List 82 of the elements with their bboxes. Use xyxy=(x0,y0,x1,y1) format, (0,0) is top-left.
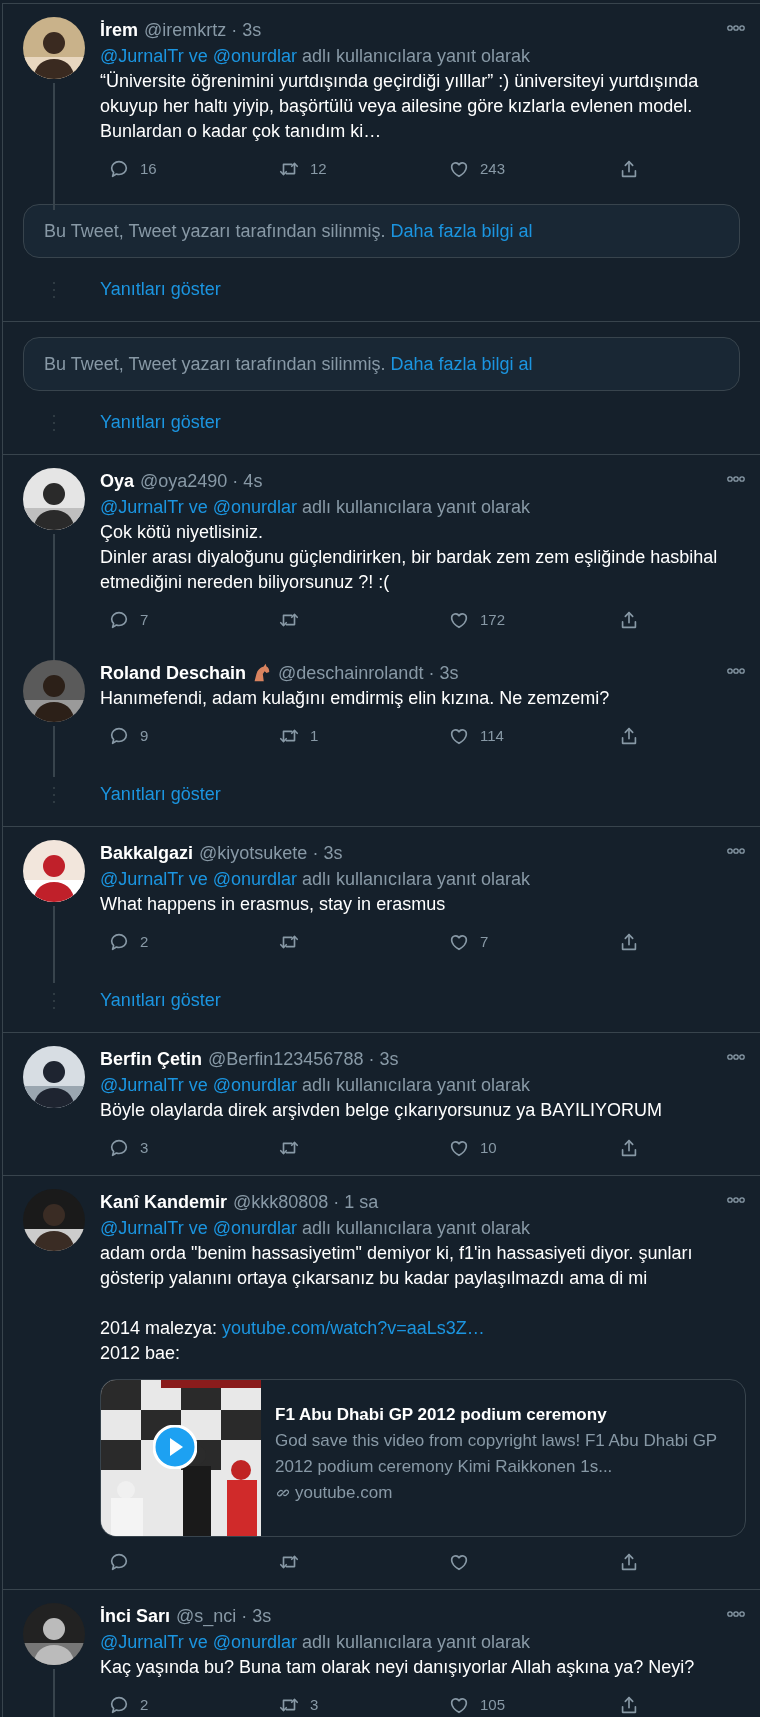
mention-link[interactable]: @JurnalTr xyxy=(100,46,184,66)
card-description: God save this video from copyright laws! F1 Abu Dhabi GP 2012 podium ceremony Kimi Raikkonen 1s... xyxy=(275,1430,718,1478)
reply-context: @JurnalTr ve @onurdlar adlı kullanıcılara yanıt olarak xyxy=(100,1217,532,1240)
card-title: F1 Abu Dhabi GP 2012 podium ceremony xyxy=(275,1404,608,1426)
user-name[interactable]: Oya xyxy=(100,467,135,495)
learn-more-link[interactable]: Daha fazla bilgi al xyxy=(390,220,533,241)
reply-icon[interactable] xyxy=(108,609,130,631)
notice-text: Bu Tweet, Tweet yazarı tarafından silinmiş. Daha fazla bilgi al xyxy=(44,219,533,243)
like-count: 172 xyxy=(480,609,506,630)
more-icon[interactable] xyxy=(726,1195,746,1205)
reply-count: 2 xyxy=(140,931,149,952)
user-handle: @iremkrtz · 3s xyxy=(144,18,262,42)
tweet-text: Kaç yaşında bu? Buna tam olarak neyi danışıyorlar Allah aşkına ya? Neyi? xyxy=(100,1656,696,1679)
more-icon[interactable] xyxy=(726,1052,746,1062)
reply-context: @JurnalTr ve @onurdlar adlı kullanıcılara yanıt olarak xyxy=(100,45,532,68)
learn-more-link[interactable]: Daha fazla bilgi al xyxy=(390,353,533,374)
retweet-count: 1 xyxy=(310,725,319,746)
mention-link[interactable]: @JurnalTr xyxy=(100,1218,184,1238)
reply-icon[interactable] xyxy=(108,1137,130,1159)
tweet-text: Böyle olaylarda direk arşivden belge çıkarıyorsunuz ya BAYILIYORUM xyxy=(100,1099,663,1122)
more-icon[interactable] xyxy=(726,474,746,484)
user-name[interactable]: Kanî Kandemir xyxy=(100,1188,228,1216)
show-replies-link[interactable]: Yanıtları göster xyxy=(100,409,221,436)
user-handle: @oya2490 · 4s xyxy=(140,469,263,493)
user-name[interactable]: Roland Deschain xyxy=(100,659,247,687)
tweet-text: Hanımefendi, adam kulağını emdirmiş elin kızına. Ne zemzemi? xyxy=(100,687,611,710)
reply-context: @JurnalTr ve @onurdlar adlı kullanıcılara yanıt olarak xyxy=(100,1074,532,1097)
user-name[interactable]: Berfin Çetin xyxy=(100,1045,202,1073)
link-card[interactable]: F1 Abu Dhabi GP 2012 podium ceremony God save this video from copyright laws! F1 Abu Dhabi GP 2012 podium ceremony Kimi Raikkonen 1s... youtube.com xyxy=(100,1379,746,1537)
retweet-count: 12 xyxy=(310,158,327,179)
more-icon[interactable] xyxy=(726,1609,746,1619)
show-replies-link[interactable]: Yanıtları göster xyxy=(100,781,221,808)
tweet-text: Çok kötü niyetlisiniz. Dinler arası diyaloğunu güçlendirirken, bir bardak zem zem eşliğinde hasbihal etmediğini nereden biliyorsunuz ?! :( xyxy=(100,521,719,594)
card-domain: youtube.com xyxy=(295,1482,393,1504)
user-handle: @deschainrolandt · 3s xyxy=(278,661,459,685)
user-handle: @s_nci · 3s xyxy=(176,1604,272,1629)
mention-link[interactable]: @onurdlar xyxy=(212,497,297,517)
reply-icon[interactable] xyxy=(108,1551,130,1573)
user-name[interactable]: İnci Sarı xyxy=(100,1602,171,1630)
mention-link[interactable]: @onurdlar xyxy=(212,46,297,66)
tweet-text: adam orda "benim hassasiyetim" demiyor ki, f1'in hassasiyeti diyor. şunları gösterip yalanını ortaya çıkarsanız bu kadar paylaşılmazdı ama di mi 2014 malezya: youtube.com/watch?v=aaLs3Z… 2012 bae: xyxy=(100,1242,694,1365)
reply-icon[interactable] xyxy=(108,931,130,953)
reply-count: 7 xyxy=(140,609,149,630)
like-count: 105 xyxy=(480,1694,506,1715)
user-handle: @kkk80808 · 1 sa xyxy=(233,1190,379,1214)
user-name[interactable]: Bakkalgazi xyxy=(100,839,194,867)
more-icon[interactable] xyxy=(726,846,746,856)
like-count: 243 xyxy=(480,158,506,179)
reply-icon[interactable] xyxy=(108,1694,130,1716)
reply-context: @JurnalTr ve @onurdlar adlı kullanıcılara yanıt olarak xyxy=(100,1631,532,1654)
tweet-text: “Üniversite öğrenimini yurtdışında geçirdiği yılllar” :) üniversiteyi yurtdışında okuyup her haltı yiyip, başörtülü veya ailesine göre kızlarla evlenen model. Bunlardan o kadar çok tanıdım ki… xyxy=(100,70,700,143)
like-count: 10 xyxy=(480,1137,497,1158)
reply-count: 3 xyxy=(140,1137,149,1158)
like-count: 114 xyxy=(480,725,504,746)
mention-link[interactable]: @onurdlar xyxy=(212,1075,297,1095)
like-count: 7 xyxy=(480,931,489,952)
reply-count: 2 xyxy=(140,1694,149,1715)
mention-link[interactable]: @onurdlar xyxy=(212,1218,297,1238)
reply-icon[interactable] xyxy=(108,158,130,180)
user-handle: @kiyotsukete · 3s xyxy=(199,841,343,865)
mention-link[interactable]: @JurnalTr xyxy=(100,869,184,889)
user-handle: @Berfin123456788 · 3s xyxy=(208,1047,399,1071)
reply-context: @JurnalTr ve @onurdlar adlı kullanıcılara yanıt olarak xyxy=(100,496,532,519)
notice-text: Bu Tweet, Tweet yazarı tarafından silinmiş. Daha fazla bilgi al xyxy=(44,352,533,376)
link[interactable]: youtube.com/watch?v=aaLs3Z… xyxy=(222,1318,485,1338)
mention-link[interactable]: @JurnalTr xyxy=(100,1632,184,1652)
user-name[interactable]: İrem xyxy=(100,16,139,44)
mention-link[interactable]: @JurnalTr xyxy=(100,1075,184,1095)
reply-count: 9 xyxy=(140,725,149,746)
more-icon[interactable] xyxy=(726,23,746,33)
mention-link[interactable]: @JurnalTr xyxy=(100,497,184,517)
mention-link[interactable]: @onurdlar xyxy=(212,1632,297,1652)
reply-count: 16 xyxy=(140,158,157,179)
more-icon[interactable] xyxy=(726,666,746,676)
play-icon[interactable] xyxy=(153,1425,197,1469)
reply-context: @JurnalTr ve @onurdlar adlı kullanıcılara yanıt olarak xyxy=(100,868,532,891)
show-replies-link[interactable]: Yanıtları göster xyxy=(100,987,221,1014)
reply-icon[interactable] xyxy=(108,725,130,747)
tweet-text: What happens in erasmus, stay in erasmus xyxy=(100,893,447,916)
retweet-count: 3 xyxy=(310,1694,319,1715)
show-replies-link[interactable]: Yanıtları göster xyxy=(100,276,221,303)
mention-link[interactable]: @onurdlar xyxy=(212,869,297,889)
